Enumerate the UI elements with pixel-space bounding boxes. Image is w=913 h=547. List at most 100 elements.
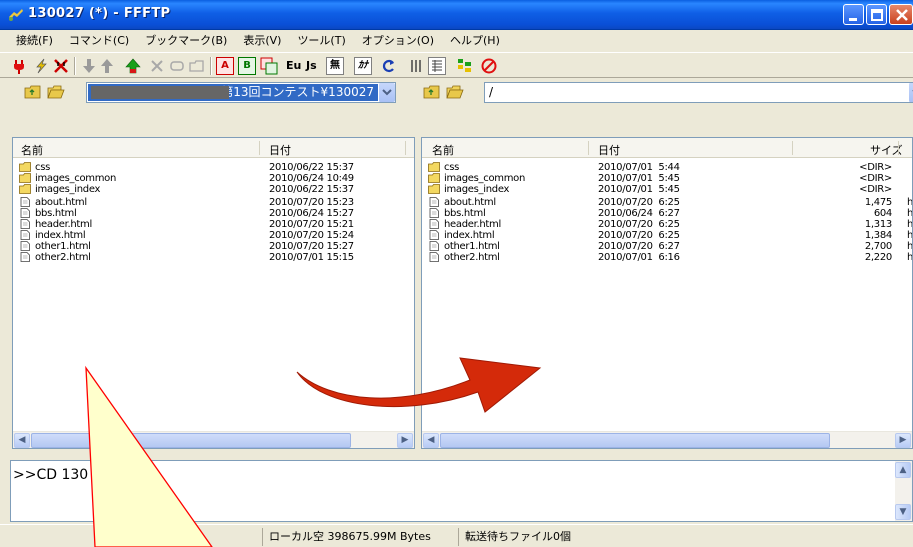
file-date: 2010/07/20 6:25 [598, 197, 680, 208]
column-divider[interactable] [792, 141, 793, 155]
remote-col-name[interactable]: 名前 [432, 142, 454, 158]
scroll-up-button[interactable]: ▲ [895, 462, 911, 478]
scroll-down-button[interactable]: ▼ [895, 504, 911, 520]
column-divider[interactable] [588, 141, 589, 155]
local-file-row[interactable]: bbs.html 2010/06/24 15:27 [13, 208, 414, 219]
redacted-path-segment [91, 86, 229, 99]
local-parent-folder-button[interactable] [24, 84, 42, 100]
column-divider[interactable] [259, 141, 260, 155]
connect-button[interactable] [10, 57, 28, 75]
scroll-thumb[interactable] [440, 433, 830, 448]
menu-connect[interactable]: 接続(F) [16, 31, 53, 51]
remote-path-dropdown-button[interactable] [908, 83, 913, 102]
menu-tools[interactable]: ツール(T) [297, 31, 345, 51]
file-attr: h [907, 252, 913, 263]
local-file-row[interactable]: other1.html 2010/07/20 15:27 [13, 241, 414, 252]
local-file-row[interactable]: css 2010/06/22 15:37 [13, 162, 414, 173]
list-view-button[interactable] [408, 57, 426, 75]
file-name: css [444, 162, 460, 173]
scroll-right-button[interactable]: ▶ [895, 433, 911, 448]
disconnect-button[interactable] [52, 57, 70, 75]
local-file-row[interactable]: images_common 2010/06/24 10:49 [13, 173, 414, 184]
local-path-dropdown-button[interactable] [378, 83, 395, 102]
status-bar: ローカル空 398675.99M Bytes 転送待ちファイル0個 [0, 524, 913, 547]
sync-folder-button[interactable] [456, 57, 474, 75]
scroll-right-button[interactable]: ▶ [397, 433, 413, 448]
menu-bar: 接続(F) コマンド(C) ブックマーク(B) 表示(V) ツール(T) オプシ… [0, 31, 913, 51]
menu-options[interactable]: オプション(O) [362, 31, 434, 51]
local-file-row[interactable]: index.html 2010/07/20 15:24 [13, 230, 414, 241]
remote-file-row[interactable]: images_index 2010/07/01 5:45 <DIR> [422, 184, 912, 195]
local-file-row[interactable]: other2.html 2010/07/01 15:15 [13, 252, 414, 263]
stop-button[interactable] [480, 57, 498, 75]
remote-file-row[interactable]: images_common 2010/07/01 5:45 <DIR> [422, 173, 912, 184]
refresh-button[interactable] [380, 57, 398, 75]
remote-file-row[interactable]: other2.html 2010/07/01 6:16 2,220 h [422, 252, 912, 263]
upload-button[interactable] [98, 57, 116, 75]
local-col-name[interactable]: 名前 [21, 142, 43, 158]
window-title: 130027 (*) - FFFTP [28, 6, 171, 21]
local-file-row[interactable]: header.html 2010/07/20 15:21 [13, 219, 414, 230]
no-convert-button[interactable]: 無 [326, 57, 344, 75]
remote-path-combo[interactable]: / [484, 82, 913, 103]
remote-file-row[interactable]: css 2010/07/01 5:44 <DIR> [422, 162, 912, 173]
kana-convert-button[interactable]: ｶﾅ [354, 57, 372, 75]
remote-path-bar: / [418, 80, 913, 106]
delete-button[interactable] [148, 57, 166, 75]
title-bar[interactable]: 130027 (*) - FFFTP [0, 0, 913, 30]
log-vertical-scrollbar[interactable]: ▲ ▼ [895, 461, 912, 521]
menu-bookmark[interactable]: ブックマーク(B) [145, 31, 227, 51]
folder-icon [19, 184, 31, 194]
menu-command[interactable]: コマンド(C) [69, 31, 129, 51]
log-panel[interactable]: >>CD 130 ▲ ▼ [10, 460, 913, 522]
maximize-button[interactable] [866, 4, 887, 25]
local-open-folder-button[interactable] [47, 84, 65, 100]
toolbar-separator [210, 57, 212, 75]
remote-file-row[interactable]: about.html 2010/07/20 6:25 1,475 h [422, 197, 912, 208]
status-queue: 転送待ちファイル0個 [458, 528, 658, 546]
rename-button[interactable] [168, 57, 186, 75]
local-file-row[interactable]: images_index 2010/06/22 15:37 [13, 184, 414, 195]
file-date: 2010/07/20 6:25 [598, 219, 680, 230]
jis-kanji-button[interactable]: Js [306, 57, 324, 75]
quick-connect-button[interactable] [32, 57, 50, 75]
ascii-mode-button[interactable]: A [216, 57, 234, 75]
remote-col-date[interactable]: 日付 [598, 142, 620, 158]
local-file-row[interactable]: about.html 2010/07/20 15:23 [13, 197, 414, 208]
remote-file-row[interactable]: other1.html 2010/07/20 6:27 2,700 h [422, 241, 912, 252]
file-name: other2.html [444, 252, 500, 263]
minimize-button[interactable] [843, 4, 864, 25]
remote-file-row[interactable]: index.html 2010/07/20 6:25 1,384 h [422, 230, 912, 241]
local-col-date[interactable]: 日付 [269, 142, 291, 158]
file-size: <DIR> [859, 184, 892, 195]
close-button[interactable] [889, 4, 913, 25]
scroll-thumb[interactable] [31, 433, 351, 448]
mirror-upload-button[interactable] [124, 57, 142, 75]
remote-file-row[interactable]: bbs.html 2010/06/24 6:27 604 h [422, 208, 912, 219]
remote-file-row[interactable]: header.html 2010/07/20 6:25 1,313 h [422, 219, 912, 230]
menu-view[interactable]: 表示(V) [243, 31, 281, 51]
file-name: css [35, 162, 51, 173]
column-divider[interactable] [405, 141, 406, 155]
file-name: other1.html [35, 241, 91, 252]
scroll-left-button[interactable]: ◀ [423, 433, 439, 448]
remote-open-folder-button[interactable] [446, 84, 464, 100]
menu-help[interactable]: ヘルプ(H) [450, 31, 500, 51]
rename-icon [170, 61, 184, 71]
scroll-left-button[interactable]: ◀ [14, 433, 30, 448]
file-name: images_common [35, 173, 117, 184]
euc-kanji-button[interactable]: Eu [286, 57, 304, 75]
local-path-combo[interactable]: 第13回コンテスト¥130027 [86, 82, 396, 103]
local-horizontal-scrollbar[interactable]: ◀ ▶ [13, 431, 414, 448]
remote-file-list[interactable]: 名前 日付 サイズ css 2010/07/01 5:44 <DIR> images_… [421, 137, 913, 449]
local-file-list[interactable]: 名前 日付 css 2010/06/22 15:37 images_common 20… [12, 137, 415, 449]
auto-mode-button[interactable] [260, 57, 278, 75]
make-dir-button[interactable] [188, 57, 206, 75]
remote-horizontal-scrollbar[interactable]: ◀ ▶ [422, 431, 912, 448]
binary-mode-button[interactable]: B [238, 57, 256, 75]
file-name: images_common [444, 173, 526, 184]
download-button[interactable] [80, 57, 98, 75]
column-divider[interactable] [898, 141, 899, 155]
detail-view-button[interactable] [428, 57, 446, 75]
remote-parent-folder-button[interactable] [423, 84, 441, 100]
